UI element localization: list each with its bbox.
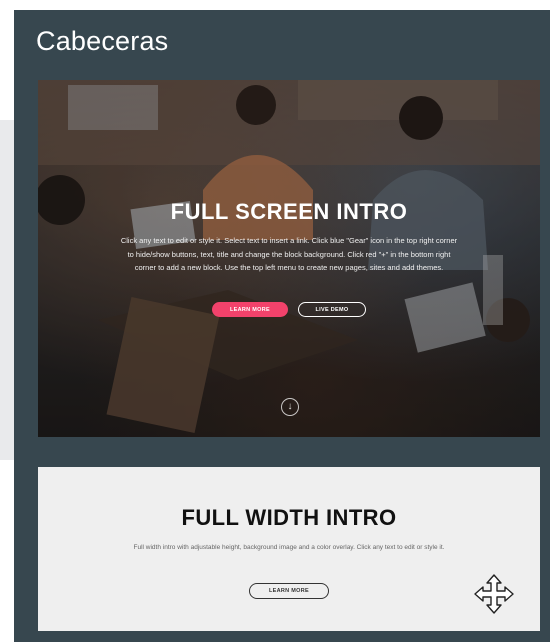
full-width-title: FULL WIDTH INTRO: [181, 505, 397, 530]
hero-buttons: LEARN MORE LIVE DEMO: [38, 302, 540, 317]
panel-title: Cabeceras: [36, 26, 169, 56]
learn-more-button-outline[interactable]: LEARN MORE: [249, 583, 329, 599]
block-thumbnail-full-width-intro[interactable]: FULL WIDTH INTRO Full width intro with a…: [38, 467, 540, 631]
hero-description: Click any text to edit or style it. Sele…: [120, 236, 458, 272]
live-demo-button[interactable]: LIVE DEMO: [298, 302, 366, 317]
block-thumbnail-full-screen-intro[interactable]: FULL SCREEN INTRO Click any text to edit…: [38, 80, 540, 437]
left-sidebar-edge: [0, 120, 15, 460]
arrow-down-icon[interactable]: ↓: [281, 398, 299, 416]
hero-title: FULL SCREEN INTRO: [170, 199, 408, 224]
learn-more-button[interactable]: LEARN MORE: [212, 302, 288, 317]
move-arrows-icon[interactable]: [473, 573, 515, 615]
blocks-panel: Cabeceras FULL SCREEN INTRO Click any te…: [14, 10, 550, 642]
full-width-description: Full width intro with adjustable height,…: [133, 544, 445, 551]
